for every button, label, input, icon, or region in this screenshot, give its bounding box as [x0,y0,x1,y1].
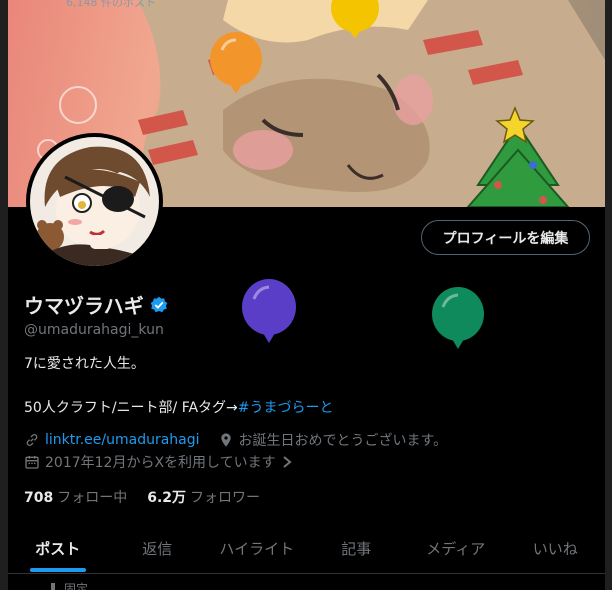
following-count: 708 [24,490,54,506]
tab-highlights[interactable]: ハイライト [207,530,307,570]
followers-count: 6.2万 [147,490,187,506]
location-icon [220,433,231,447]
tab-likes[interactable]: いいね [506,530,606,570]
bio-text: 50人クラフト/ニート部/ FAタグ→ [24,400,238,416]
verified-badge-icon[interactable] [150,296,168,314]
bio-hashtag-link[interactable]: #うまづらーと [238,400,334,416]
following-label: フォロー中 [57,490,128,506]
profile-page: 6,148 件のポスト プロフィールを編集 ウマヅラハギ @umadurahag… [8,0,605,590]
bio-line-2: 50人クラフト/ニート部/ FAタグ→#うまづらーと [24,397,334,417]
avatar-image [30,137,159,266]
pin-icon [51,582,55,590]
edit-profile-button[interactable]: プロフィールを編集 [421,220,590,255]
joined-date: 2017年12月からXを利用しています [45,455,276,471]
pinned-text: 固定 [64,582,89,590]
link-icon [26,434,38,446]
profile-name-row: ウマヅラハギ [24,290,168,319]
profile-joined-row[interactable]: 2017年12月からXを利用しています [24,452,293,472]
follow-stats: 708 フォロー中 6.2万 フォロワー [24,487,260,507]
pinned-post-label: 固定 [48,580,88,590]
balloon-icon [432,287,484,349]
tab-articles[interactable]: 記事 [307,530,407,570]
bio-line-1: 7に愛された人生。 [24,356,145,372]
balloon-icon [331,0,379,38]
profile-meta-row: linktr.ee/umadurahagi お誕生日おめでとうございます。 [24,430,447,450]
profile-location: お誕生日おめでとうございます。 [238,433,448,449]
chevron-right-icon [282,456,292,468]
active-tab-indicator [30,568,86,572]
profile-tabs: ポスト 返信 ハイライト 記事 メディア いいね [8,530,605,570]
balloon-icon [242,279,296,343]
tab-posts[interactable]: ポスト [8,530,108,570]
tab-replies[interactable]: 返信 [108,530,208,570]
user-handle: @umadurahagi_kun [24,322,164,338]
profile-website-link[interactable]: linktr.ee/umadurahagi [45,432,200,448]
balloon-icon [210,32,262,94]
tab-media[interactable]: メディア [406,530,506,570]
window-edge-left [0,0,8,590]
calendar-icon [25,456,39,469]
tabs-divider [8,573,605,574]
following-link[interactable]: 708 フォロー中 [24,487,127,507]
followers-label: フォロワー [190,490,261,506]
avatar[interactable] [26,133,163,270]
followers-link[interactable]: 6.2万 フォロワー [147,487,260,507]
display-name: ウマヅラハギ [24,294,144,318]
window-edge-right [605,0,612,590]
post-count: 6,148 件のポスト [66,0,156,9]
